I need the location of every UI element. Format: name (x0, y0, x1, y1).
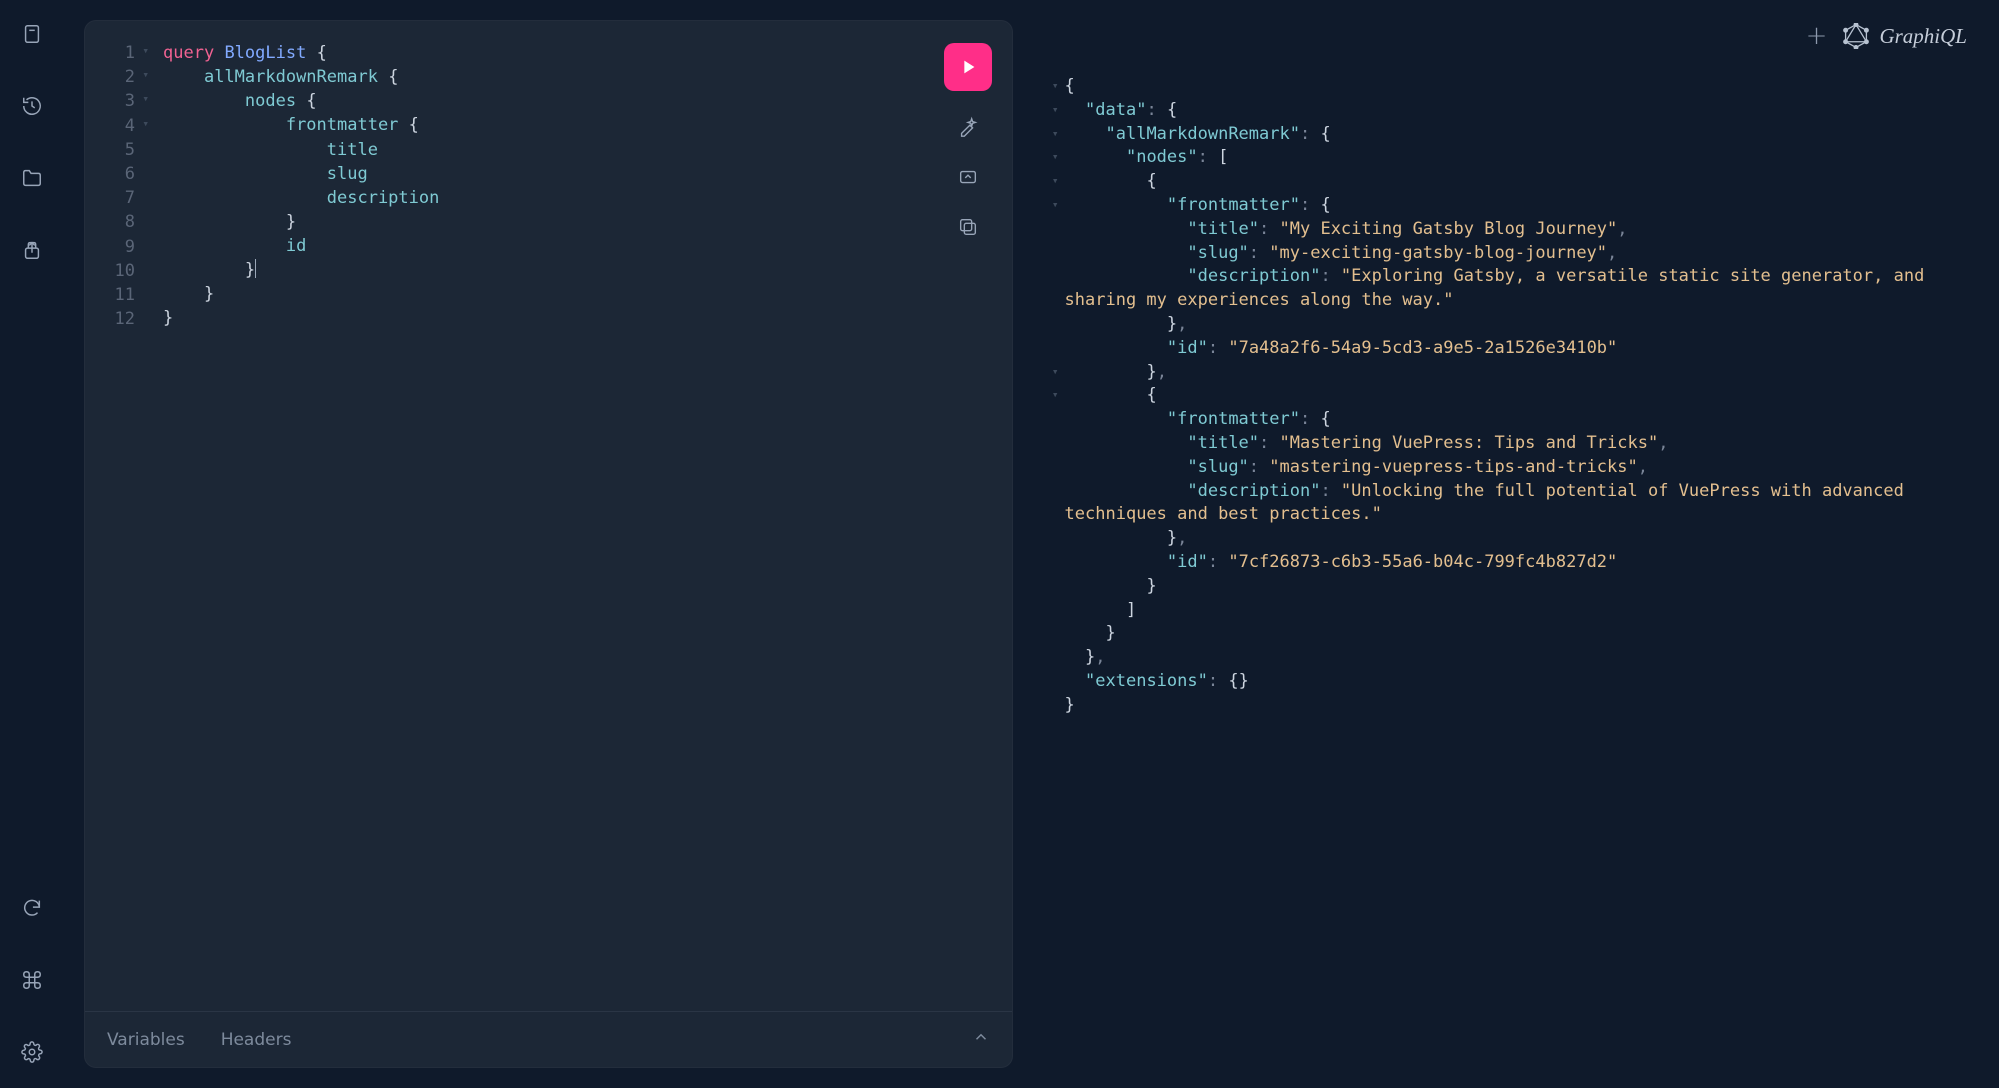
history-icon[interactable] (16, 90, 48, 122)
chevron-up-icon[interactable] (972, 1028, 990, 1051)
refresh-icon[interactable] (16, 892, 48, 924)
result-fold-gutter: ▾▾▾▾▾▾▾▾ (1031, 75, 1059, 718)
share-icon[interactable] (16, 234, 48, 266)
brand-label: GraphiQL (1879, 24, 1967, 49)
explorer-icon[interactable] (16, 162, 48, 194)
docs-explorer-icon[interactable] (16, 18, 48, 50)
tab-variables[interactable]: Variables (107, 1030, 185, 1050)
query-editor-panel: 1▾2▾3▾4▾56789101112 query BlogList { all… (84, 20, 1013, 1068)
settings-icon[interactable] (16, 1036, 48, 1068)
shortcuts-icon[interactable] (16, 964, 48, 996)
results-panel: + GraphiQL ▾▾▾▾▾▾▾▾ { "data": { "allMa (1031, 20, 1979, 1068)
copy-icon[interactable] (954, 213, 982, 241)
result-viewer[interactable]: { "data": { "allMarkdownRemark": { "node… (1059, 75, 1979, 718)
tab-headers[interactable]: Headers (221, 1030, 292, 1050)
line-gutter: 1▾2▾3▾4▾56789101112 (85, 41, 143, 1011)
execute-button[interactable] (944, 43, 992, 91)
editor-footer: Variables Headers (85, 1011, 1012, 1067)
graphiql-logo: GraphiQL (1843, 23, 1967, 49)
query-editor[interactable]: query BlogList { allMarkdownRemark { nod… (143, 41, 1012, 1011)
add-tab-button[interactable]: + (1806, 23, 1828, 49)
prettify-icon[interactable] (954, 113, 982, 141)
merge-icon[interactable] (954, 163, 982, 191)
sidebar (0, 0, 64, 1088)
